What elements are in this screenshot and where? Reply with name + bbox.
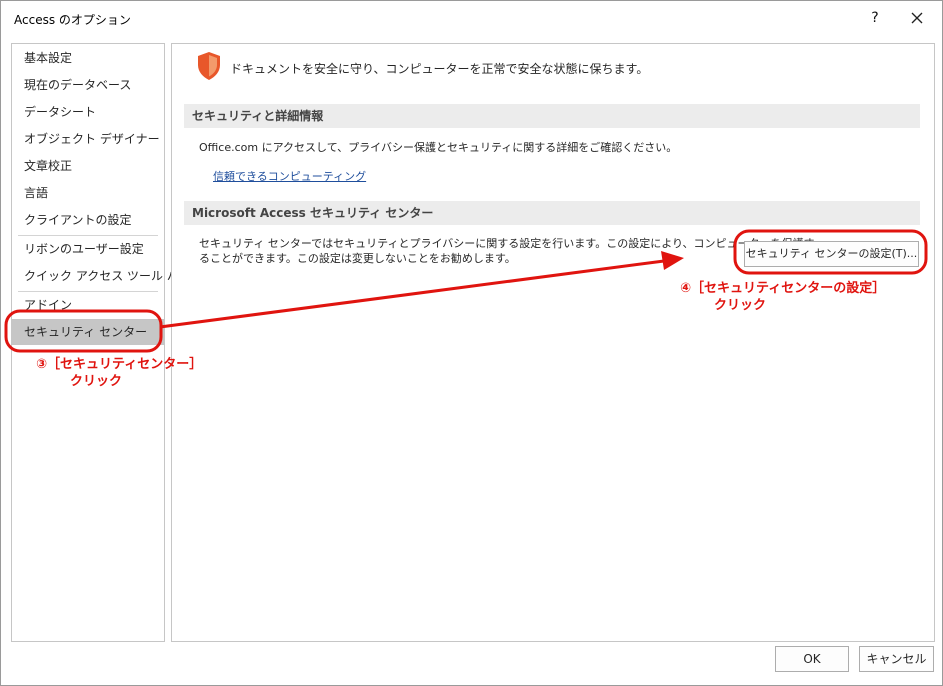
main-panel: ドキュメントを安全に守り、コンピューターを正常で安全な状態に保ちます。 セキュリ… xyxy=(171,43,935,642)
trustworthy-computing-link[interactable]: 信頼できるコンピューティング xyxy=(213,168,366,184)
sidebar-item-language[interactable]: 言語 xyxy=(12,180,164,206)
close-icon xyxy=(911,12,923,24)
ok-button[interactable]: OK xyxy=(775,646,849,672)
security-info-text: Office.com にアクセスして、プライバシー保護とセキュリティに関する詳細… xyxy=(199,141,678,154)
sidebar-item-trust-center[interactable]: セキュリティ センター xyxy=(12,319,164,345)
sidebar-item-customize-ribbon[interactable]: リボンのユーザー設定 xyxy=(12,236,164,262)
sidebar-item-object-designers[interactable]: オブジェクト デザイナー xyxy=(12,126,164,152)
section-header-trust-center: Microsoft Access セキュリティ センター xyxy=(184,201,920,225)
sidebar-item-quick-access-toolbar[interactable]: クイック アクセス ツール バー xyxy=(12,263,191,289)
cancel-button[interactable]: キャンセル xyxy=(859,646,934,672)
trust-center-description-line2: ることができます。この設定は変更しないことをお勧めします。 xyxy=(199,252,516,265)
step4-annotation-line1: ④［セキュリティセンターの設定］ xyxy=(680,281,886,296)
options-dialog: Access のオプション ? 基本設定 現在のデータベース データシート オブ… xyxy=(0,0,943,686)
trust-center-description-line1: セキュリティ センターではセキュリティとプライバシーに関する設定を行います。この… xyxy=(199,237,815,250)
section-header-security-info: セキュリティと詳細情報 xyxy=(184,104,920,128)
sidebar-item-client-settings[interactable]: クライアントの設定 xyxy=(12,207,164,233)
sidebar-nav: 基本設定 現在のデータベース データシート オブジェクト デザイナー 文章校正 … xyxy=(11,43,191,642)
trust-center-settings-button[interactable]: セキュリティ センターの設定(T)... xyxy=(744,241,919,267)
intro-text: ドキュメントを安全に守り、コンピューターを正常で安全な状態に保ちます。 xyxy=(230,62,649,76)
sidebar-item-current-database[interactable]: 現在のデータベース xyxy=(12,72,164,98)
step3-annotation: ③［セキュリティセンター］ クリック xyxy=(36,356,202,390)
sidebar-item-add-ins[interactable]: アドイン xyxy=(12,292,164,318)
sidebar-item-proofing[interactable]: 文章校正 xyxy=(12,153,164,179)
sidebar-item-general[interactable]: 基本設定 xyxy=(12,45,164,71)
title-bar: Access のオプション ? xyxy=(1,1,942,37)
sidebar-item-datasheet[interactable]: データシート xyxy=(12,99,164,125)
step3-annotation-line2: クリック xyxy=(70,374,123,389)
help-button[interactable]: ? xyxy=(865,7,885,29)
window-title: Access のオプション xyxy=(14,13,131,27)
step4-annotation-line2: クリック xyxy=(714,298,767,313)
close-button[interactable] xyxy=(906,7,928,29)
step4-annotation: ④［セキュリティセンターの設定］ クリック xyxy=(680,280,885,314)
step3-annotation-line1: ③［セキュリティセンター］ xyxy=(36,357,203,372)
trust-center-description: セキュリティ センターではセキュリティとプライバシーに関する設定を行います。この… xyxy=(199,236,815,266)
shield-icon xyxy=(198,52,220,80)
